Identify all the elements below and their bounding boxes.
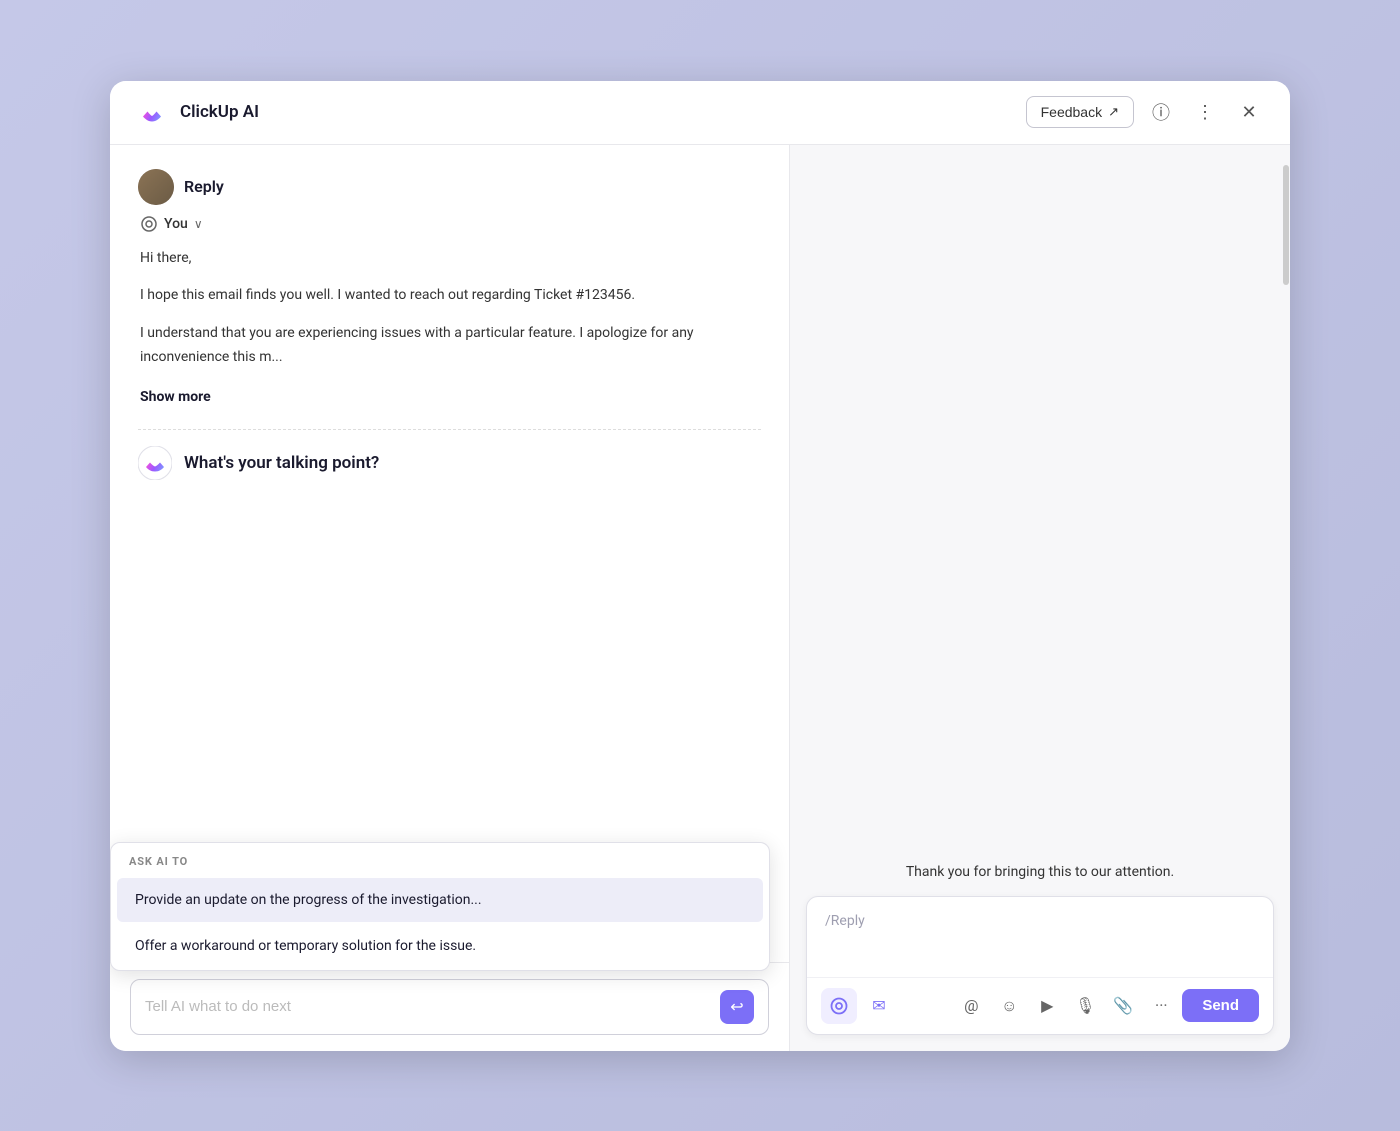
attach-icon[interactable]: 📎 xyxy=(1106,989,1140,1023)
header-right: Feedback ↗ ⓘ ⋮ ✕ xyxy=(1026,95,1266,129)
show-more-button[interactable]: Show more xyxy=(140,386,211,410)
suggestions-header: ASK AI TO xyxy=(111,843,769,876)
suggestion-item[interactable]: Offer a workaround or temporary solution… xyxy=(117,924,763,968)
mic-icon: 🎙 xyxy=(1075,996,1095,1015)
mention-icon[interactable]: @ xyxy=(954,989,988,1023)
email-icon: ✉ xyxy=(872,996,885,1015)
ai-input-area: ↩ xyxy=(110,962,789,1051)
suggestion-text: Offer a workaround or temporary solution… xyxy=(135,938,476,954)
more-options-button[interactable]: ⋮ xyxy=(1188,95,1222,129)
close-icon: ✕ xyxy=(1241,102,1256,123)
paperclip-icon: 📎 xyxy=(1113,996,1133,1015)
chat-message: Thank you for bringing this to our atten… xyxy=(810,861,1270,883)
app-title: ClickUp AI xyxy=(180,102,259,122)
reply-title: Reply xyxy=(184,177,224,196)
header: ClickUp AI Feedback ↗ ⓘ ⋮ ✕ xyxy=(110,81,1290,145)
sender-icon xyxy=(140,215,158,233)
emoji-icon[interactable]: ☺ xyxy=(992,989,1026,1023)
header-left: ClickUp AI xyxy=(134,94,259,130)
ai-input[interactable] xyxy=(145,998,710,1015)
feedback-label: Feedback xyxy=(1041,104,1102,120)
ai-input-box: ↩ xyxy=(130,979,769,1035)
right-panel: Thank you for bringing this to our atten… xyxy=(790,145,1290,1051)
email-paragraph-1: I hope this email finds you well. I want… xyxy=(140,284,761,308)
scrollbar-thumb[interactable] xyxy=(1283,165,1289,285)
more-tools-button[interactable]: ··· xyxy=(1144,989,1178,1023)
reply-section: Reply You ∨ Hi there, xyxy=(138,169,761,410)
email-body: Hi there, I hope this email finds you we… xyxy=(138,247,761,410)
compose-text-area[interactable]: /Reply xyxy=(807,897,1273,977)
submit-button[interactable]: ↩ xyxy=(720,990,754,1024)
more-icon: ⋮ xyxy=(1196,102,1214,123)
reply-header: Reply xyxy=(138,169,761,205)
info-icon: ⓘ xyxy=(1152,99,1170,125)
comment-tab[interactable] xyxy=(821,988,857,1024)
ai-talking-point: What's your talking point? xyxy=(138,429,761,496)
sender-name: You xyxy=(164,216,188,232)
video-icon[interactable]: ▶ xyxy=(1030,989,1064,1023)
email-tab[interactable]: ✉ xyxy=(861,988,897,1024)
ai-panel: Reply You ∨ Hi there, xyxy=(110,145,790,1051)
chevron-down-icon[interactable]: ∨ xyxy=(194,217,203,231)
email-greeting: Hi there, xyxy=(140,247,761,271)
email-paragraph-2: I understand that you are experiencing i… xyxy=(140,322,761,370)
smiley-icon: ☺ xyxy=(1001,996,1017,1016)
talking-point-heading: What's your talking point? xyxy=(184,453,379,473)
camera-icon: ▶ xyxy=(1041,996,1053,1015)
clickup-ai-panel: ClickUp AI Feedback ↗ ⓘ ⋮ ✕ xyxy=(110,81,1290,1051)
external-link-icon: ↗ xyxy=(1108,104,1119,120)
ai-content: Reply You ∨ Hi there, xyxy=(110,145,789,962)
scrollbar-track[interactable] xyxy=(1282,145,1290,1051)
suggestions-dropdown: ASK AI TO Provide an update on the progr… xyxy=(110,842,770,971)
feedback-button[interactable]: Feedback ↗ xyxy=(1026,96,1134,128)
sender-row: You ∨ xyxy=(138,215,761,233)
suggestion-item[interactable]: Provide an update on the progress of the… xyxy=(117,878,763,922)
compose-area: /Reply ✉ @ xyxy=(806,896,1274,1035)
send-button[interactable]: Send xyxy=(1182,989,1259,1022)
submit-icon: ↩ xyxy=(730,997,743,1017)
chat-area: Thank you for bringing this to our atten… xyxy=(790,145,1290,896)
audio-icon[interactable]: 🎙 xyxy=(1068,989,1102,1023)
avatar xyxy=(138,169,174,205)
close-button[interactable]: ✕ xyxy=(1232,95,1266,129)
ellipsis-icon: ··· xyxy=(1155,996,1168,1015)
clickup-logo-icon xyxy=(134,94,170,130)
main-content: Reply You ∨ Hi there, xyxy=(110,145,1290,1051)
compose-toolbar: ✉ @ ☺ ▶ 🎙 📎 xyxy=(807,977,1273,1034)
at-icon: @ xyxy=(964,996,978,1015)
ai-logo-icon xyxy=(138,446,172,480)
info-button[interactable]: ⓘ xyxy=(1144,95,1178,129)
avatar-image xyxy=(138,169,174,205)
suggestion-text: Provide an update on the progress of the… xyxy=(135,892,482,908)
